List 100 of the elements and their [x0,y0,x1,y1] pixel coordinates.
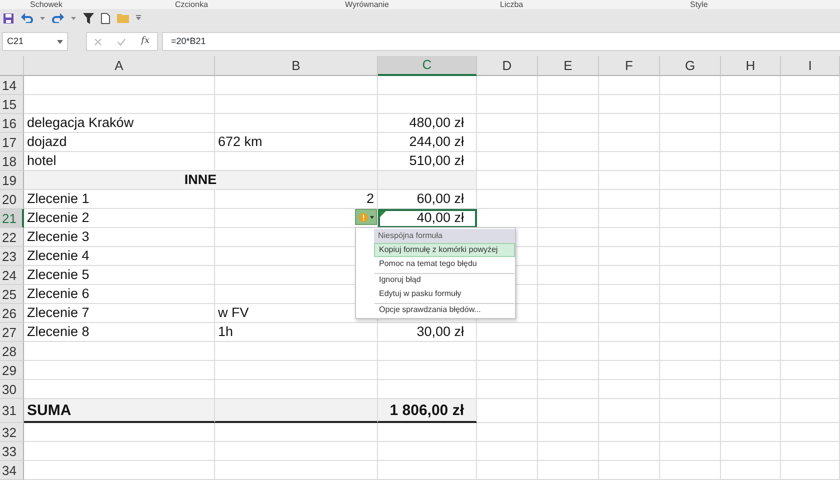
selected-cell[interactable]: 40,00 zł [378,209,477,228]
empty-cell [721,190,781,209]
menu-item[interactable]: Ignoruj błąd [374,273,515,287]
empty-cell [477,361,538,380]
menu-item[interactable]: Edytuj w pasku formuły [374,287,515,301]
empty-cell [781,461,840,480]
row-header[interactable]: 18 [0,152,24,171]
empty-cell [477,323,538,342]
empty-cell [599,209,660,228]
customize-toolbar-icon[interactable] [136,15,141,21]
empty-cell [781,190,840,209]
row-header[interactable]: 20 [0,190,24,209]
row-header[interactable]: 30 [0,380,24,399]
row-header[interactable]: 24 [0,266,24,285]
empty-cell [660,323,721,342]
empty-cell [721,114,781,133]
empty-cell [538,133,599,152]
row-header[interactable]: 29 [0,361,24,380]
new-document-icon[interactable] [101,12,110,24]
row-header[interactable]: 22 [0,228,24,247]
row-header[interactable]: 34 [0,461,24,480]
empty-cell [660,304,721,323]
filter-icon[interactable] [83,12,94,24]
empty-cell [721,399,781,423]
name-box[interactable]: C21 [2,32,68,51]
warning-icon [358,212,368,222]
undo-icon[interactable] [21,13,33,23]
caret-icon[interactable] [57,40,63,44]
empty-cell [477,190,538,209]
insert-function-button[interactable]: fx [141,34,150,48]
row-header[interactable]: 14 [0,76,24,95]
row-header[interactable]: 26 [0,304,24,323]
empty-cell [721,266,781,285]
empty-cell [660,171,721,190]
empty-cell [538,361,599,380]
empty-cell [781,423,840,442]
row-header[interactable]: 25 [0,285,24,304]
empty-cell [660,133,721,152]
empty-cell [660,266,721,285]
cell-text: Zlecenie 1 [24,190,215,209]
cell-text: Zlecenie 4 [24,247,215,266]
row-header[interactable]: 17 [0,133,24,152]
column-header[interactable]: I [781,56,840,76]
row-header[interactable]: 21 [0,209,24,228]
row-header[interactable]: 33 [0,442,24,461]
row-header[interactable]: 31 [0,399,24,423]
column-header[interactable]: G [660,56,721,76]
row-header[interactable]: 32 [0,423,24,442]
empty-cell [477,461,538,480]
cell-text: 60,00 zł [378,190,477,209]
row-header[interactable]: 15 [0,95,24,114]
formula-field[interactable]: =20*B21 [162,32,840,51]
empty-cell [538,304,599,323]
save-icon[interactable] [3,12,14,24]
column-header[interactable]: E [538,56,599,76]
row-header[interactable]: 23 [0,247,24,266]
cell-reference: C21 [7,34,24,48]
menu-item[interactable]: Pomoc na temat tego błędu [374,257,515,271]
empty-cell [660,399,721,423]
menu-item[interactable]: Opcje sprawdzania błędów... [374,303,515,317]
empty-cell [781,133,840,152]
empty-cell [660,247,721,266]
menu-item[interactable]: Kopiuj formułę z komórki powyżej [374,243,515,257]
empty-cell [477,380,538,399]
cancel-icon[interactable] [94,38,102,46]
empty-cell [599,190,660,209]
row-header[interactable]: 27 [0,323,24,342]
empty-cell [599,423,660,442]
empty-cell [538,171,599,190]
empty-cell [721,323,781,342]
row-header[interactable]: 19 [0,171,24,190]
empty-cell [538,190,599,209]
empty-cell [477,152,538,171]
empty-cell [477,423,538,442]
column-header[interactable]: F [599,56,660,76]
empty-cell [781,247,840,266]
empty-cell [781,442,840,461]
redo-icon[interactable] [52,13,64,23]
empty-cell [781,304,840,323]
empty-cell [599,442,660,461]
row-header[interactable]: 16 [0,114,24,133]
caret-icon[interactable] [40,16,45,20]
empty-cell [660,442,721,461]
column-header[interactable]: A [24,56,215,76]
column-header[interactable]: H [721,56,781,76]
ribbon-group-label: Wyrównanie [345,0,389,9]
column-header[interactable]: D [477,56,538,76]
caret-icon[interactable] [71,16,76,20]
empty-cell [721,76,781,95]
cell-text: Zlecenie 6 [24,285,215,304]
empty-cell [538,285,599,304]
empty-cell [599,114,660,133]
row-header[interactable]: 28 [0,342,24,361]
empty-cell [599,247,660,266]
empty-cell [781,76,840,95]
column-header[interactable]: C [378,56,477,76]
check-icon[interactable] [117,38,126,46]
column-header[interactable]: B [215,56,378,76]
empty-cell [781,361,840,380]
empty-cell [538,399,599,423]
